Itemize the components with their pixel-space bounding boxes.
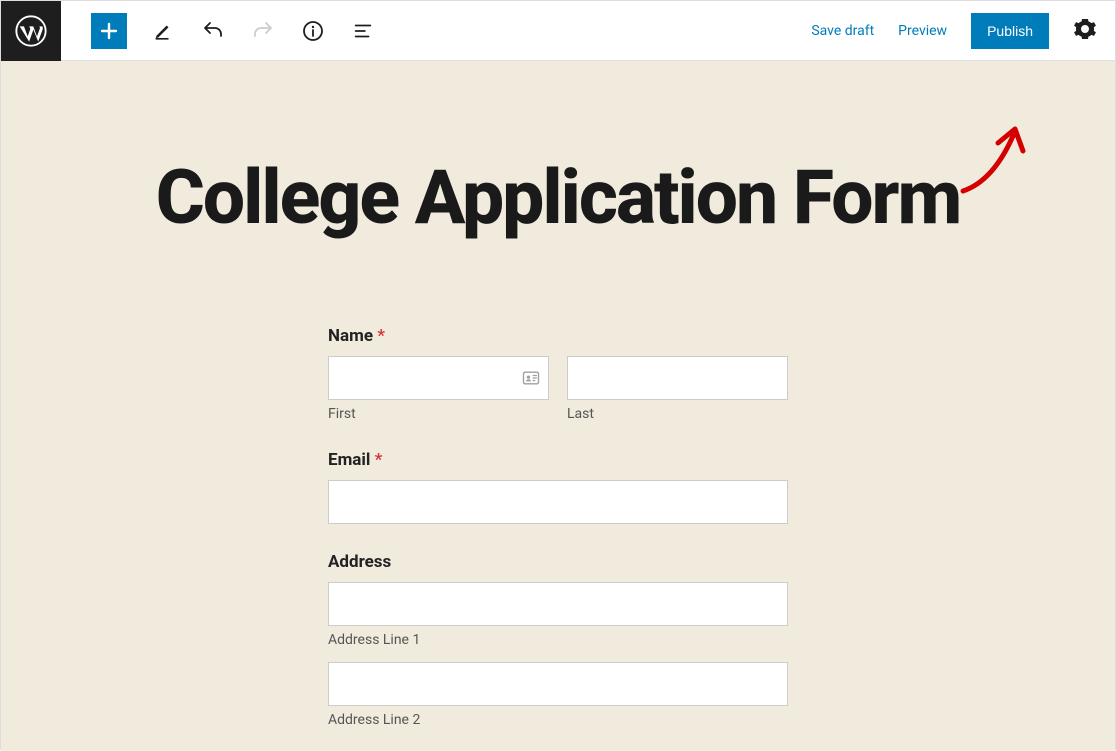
address-field-group: Address Address Line 1 Address Line 2 bbox=[328, 552, 788, 728]
first-name-input[interactable] bbox=[328, 356, 549, 400]
wordpress-logo[interactable] bbox=[1, 1, 61, 61]
name-field-group: Name * First Last bbox=[328, 326, 788, 422]
settings-gear-icon[interactable] bbox=[1073, 17, 1097, 45]
outline-icon[interactable] bbox=[349, 17, 377, 45]
address-line1-sublabel: Address Line 1 bbox=[328, 632, 788, 648]
editor-canvas: College Application Form Name * First La… bbox=[1, 61, 1115, 751]
first-name-sublabel: First bbox=[328, 406, 549, 422]
left-tool-group bbox=[91, 13, 377, 49]
redo-icon bbox=[249, 17, 277, 45]
required-asterisk: * bbox=[377, 326, 385, 346]
right-tool-group: Save draft Preview Publish bbox=[811, 1, 1097, 61]
email-input[interactable] bbox=[328, 480, 788, 524]
add-block-button[interactable] bbox=[91, 13, 127, 49]
address-line1-input[interactable] bbox=[328, 582, 788, 626]
address-line2-sublabel: Address Line 2 bbox=[328, 712, 788, 728]
edit-mode-icon[interactable] bbox=[149, 17, 177, 45]
info-icon[interactable] bbox=[299, 17, 327, 45]
name-label: Name * bbox=[328, 326, 788, 346]
page-title[interactable]: College Application Form bbox=[58, 161, 1058, 236]
id-card-icon bbox=[521, 368, 541, 392]
last-name-input[interactable] bbox=[567, 356, 788, 400]
email-label: Email * bbox=[328, 450, 788, 470]
preview-button[interactable]: Preview bbox=[898, 23, 947, 39]
publish-button[interactable]: Publish bbox=[971, 13, 1049, 49]
form-block: Name * First Last Email * bbox=[328, 326, 788, 728]
save-draft-button[interactable]: Save draft bbox=[811, 23, 874, 39]
email-field-group: Email * bbox=[328, 450, 788, 524]
required-asterisk: * bbox=[375, 450, 383, 470]
undo-icon[interactable] bbox=[199, 17, 227, 45]
address-label: Address bbox=[328, 552, 788, 572]
address-line2-input[interactable] bbox=[328, 662, 788, 706]
editor-toolbar: Save draft Preview Publish bbox=[1, 1, 1115, 61]
last-name-sublabel: Last bbox=[567, 406, 788, 422]
